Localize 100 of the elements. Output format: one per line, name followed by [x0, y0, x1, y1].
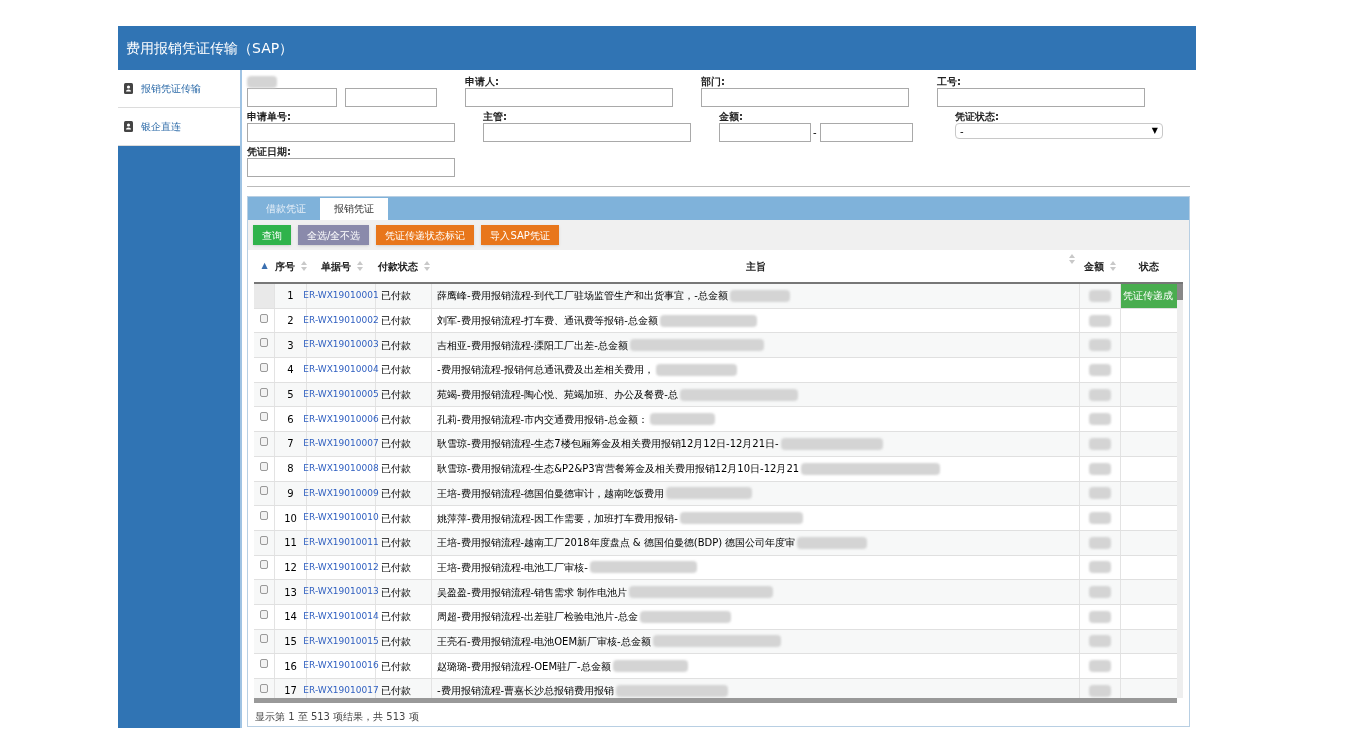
table-row[interactable]: 17 ER-WX19010017 已付款 -费用报销流程-曹嘉长沙总报销费用报销 [254, 679, 1177, 698]
blurred-area [1089, 462, 1111, 475]
blurred-area [729, 289, 790, 302]
row-number: 2 [287, 314, 294, 329]
table-row[interactable]: 7 ER-WX19010007 已付款 耿雪琼-费用报销流程-生态7楼包厢筹金及相关费用报销12月12日-12月21日- [254, 432, 1177, 457]
text-field[interactable] [701, 88, 909, 107]
row-checkbox[interactable] [260, 609, 268, 619]
column-header[interactable]: 主旨 [745, 258, 766, 274]
payment-status: 已付款 [381, 585, 411, 600]
table-row[interactable]: 14 ER-WX19010014 已付款 周超-费用报销流程-出差驻厂检验电池片-总金 [254, 604, 1177, 630]
field-label: 申请单号: [247, 110, 292, 123]
row-checkbox[interactable] [260, 387, 268, 397]
subject-text: 吉相亚-费用报销流程-溧阳工厂出差-总金额 [437, 338, 628, 353]
text-field[interactable] [937, 88, 1145, 107]
table-row[interactable]: 2 ER-WX19010002 已付款 刘军-费用报销流程-打车费、通讯费等报销-总金额 [254, 308, 1177, 334]
row-checkbox[interactable] [260, 634, 268, 644]
document-link[interactable]: ER-WX19010013 [303, 585, 379, 599]
text-field[interactable] [465, 88, 673, 107]
document-link[interactable]: ER-WX19010005 [303, 387, 379, 402]
subject-text: 耿雪琼-费用报销流程-生态7楼包厢筹金及相关费用报销12月12日-12月21日- [437, 437, 779, 452]
table-row[interactable]: 9 ER-WX19010009 已付款 王培-费用报销流程-德国伯曼德审计，越南吃饭费用 [254, 481, 1177, 507]
document-link[interactable]: ER-WX19010009 [303, 486, 379, 501]
payment-status: 已付款 [381, 659, 411, 674]
table-row[interactable]: 16 ER-WX19010016 已付款 赵璐璐-费用报销流程-OEM驻厂-总金额 [254, 654, 1177, 679]
date-field[interactable] [247, 88, 337, 107]
subject-text: 王培-费用报销流程-德国伯曼德审计，越南吃饭费用 [437, 486, 665, 501]
blurred-area [1089, 363, 1111, 376]
document-link[interactable]: ER-WX19010002 [303, 313, 379, 328]
table-row[interactable]: 13 ER-WX19010013 已付款 吴盈盈-费用报销流程-销售需求 制作电池片 [254, 580, 1177, 605]
row-checkbox[interactable] [260, 683, 268, 693]
column-header[interactable]: 状态 [1139, 258, 1159, 274]
table-row[interactable]: 6 ER-WX19010006 已付款 孔莉-费用报销流程-市内交通费用报销-总金额： [254, 407, 1177, 433]
subject-text: 姚萍萍-费用报销流程-因工作需要，加班打车费用报销- [437, 511, 678, 526]
vertical-scrollbar[interactable] [1177, 284, 1183, 698]
row-checkbox[interactable] [260, 436, 268, 446]
table-row[interactable]: 12 ER-WX19010012 已付款 王培-费用报销流程-电池工厂审核- [254, 555, 1177, 581]
column-header[interactable]: 金额 [1084, 258, 1104, 274]
date-field[interactable] [345, 88, 437, 107]
text-field[interactable] [483, 123, 691, 142]
row-checkbox[interactable] [260, 362, 268, 372]
blurred-area [797, 536, 868, 549]
subject-text: 王培-费用报销流程-越南工厂2018年度盘点 & 德国伯曼德(BDP) 德国公司年度审 [437, 536, 796, 551]
row-checkbox[interactable] [260, 535, 268, 545]
tab[interactable]: 报销凭证 [320, 198, 388, 220]
row-number: 8 [287, 462, 294, 477]
table-row[interactable]: 15 ER-WX19010015 已付款 王亮石-费用报销流程-电池OEM新厂审核-总金额 [254, 629, 1177, 655]
document-link[interactable]: ER-WX19010004 [303, 363, 379, 377]
payment-status: 已付款 [381, 634, 411, 649]
document-link[interactable]: ER-WX19010014 [303, 610, 379, 624]
sidebar-item[interactable]: 银企直连 [118, 108, 240, 146]
text-field[interactable] [247, 123, 455, 142]
blurred-area [1089, 635, 1111, 648]
field-label: 工号: [937, 75, 962, 88]
horizontal-scrollbar[interactable] [254, 698, 1177, 703]
table-row[interactable]: 10 ER-WX19010010 已付款 姚萍萍-费用报销流程-因工作需要，加班打车费用报销- [254, 506, 1177, 531]
document-link[interactable]: ER-WX19010012 [303, 560, 379, 575]
column-header[interactable]: 单据号 [320, 258, 351, 274]
row-checkbox[interactable] [260, 313, 268, 323]
payment-status: 已付款 [381, 289, 411, 304]
column-header[interactable]: 序号 [275, 258, 295, 274]
document-link[interactable]: ER-WX19010011 [303, 535, 379, 550]
amount-to-field[interactable] [820, 123, 913, 142]
document-link[interactable]: ER-WX19010008 [303, 461, 379, 476]
document-link[interactable]: ER-WX19010001 [303, 289, 379, 303]
row-number: 13 [284, 585, 297, 600]
subject-text: 吴盈盈-费用报销流程-销售需求 制作电池片 [437, 585, 628, 600]
row-number: 6 [287, 412, 294, 427]
sidebar-item[interactable]: 报销凭证传输 [118, 70, 240, 108]
row-checkbox[interactable] [260, 338, 268, 348]
row-checkbox[interactable] [260, 511, 268, 521]
blurred-area [1089, 314, 1111, 327]
document-link[interactable]: ER-WX19010006 [303, 412, 379, 427]
row-checkbox[interactable] [260, 585, 268, 595]
table-row[interactable]: 3 ER-WX19010003 已付款 吉相亚-费用报销流程-溧阳工厂出差-总金额 [254, 333, 1177, 359]
document-link[interactable]: ER-WX19010016 [303, 659, 379, 673]
document-link[interactable]: ER-WX19010017 [303, 684, 379, 698]
subject-text: 王培-费用报销流程-电池工厂审核- [437, 560, 588, 575]
row-checkbox[interactable] [260, 461, 268, 471]
field-label: 金额: [719, 110, 744, 123]
row-number: 10 [284, 511, 297, 526]
table-row[interactable]: 1 ER-WX19010001 已付款 薛鹰峰-费用报销流程-到代工厂驻场监管生产和出货事宜，-总金额 凭证传递成 [254, 284, 1177, 309]
amount-from-field[interactable] [719, 123, 811, 142]
row-checkbox[interactable] [260, 412, 268, 422]
column-header[interactable]: 付款状态 [378, 258, 418, 274]
table-row[interactable]: 4 ER-WX19010004 已付款 -费用报销流程-报销何总通讯费及出差相关费用， [254, 358, 1177, 383]
row-number: 11 [284, 536, 297, 551]
document-link[interactable]: ER-WX19010003 [303, 338, 379, 352]
status-select[interactable]: - ▼ [955, 123, 1163, 139]
document-link[interactable]: ER-WX19010007 [303, 437, 379, 451]
row-checkbox[interactable] [260, 486, 268, 496]
table-row[interactable]: 11 ER-WX19010011 已付款 王培-费用报销流程-越南工厂2018年度盘点 & 德国伯曼德(BDP) 德国公司年度审 [254, 530, 1177, 556]
page-title: 费用报销凭证传输（SAP） [126, 38, 294, 58]
row-checkbox[interactable] [260, 659, 268, 669]
row-number: 5 [287, 388, 294, 403]
table-row[interactable]: 8 ER-WX19010008 已付款 耿雪琼-费用报销流程-生态&P2&P3宵营餐筹金及相关费用报销12月10日-12月21 [254, 456, 1177, 482]
table-row[interactable]: 5 ER-WX19010005 已付款 苑竭-费用报销流程-陶心悦、苑竭加班、办公及餐费-总 [254, 382, 1177, 408]
document-link[interactable]: ER-WX19010010 [303, 511, 379, 525]
document-link[interactable]: ER-WX19010015 [303, 634, 379, 649]
row-checkbox[interactable] [260, 560, 268, 570]
sort-arrow[interactable]: ▲ [261, 260, 268, 272]
